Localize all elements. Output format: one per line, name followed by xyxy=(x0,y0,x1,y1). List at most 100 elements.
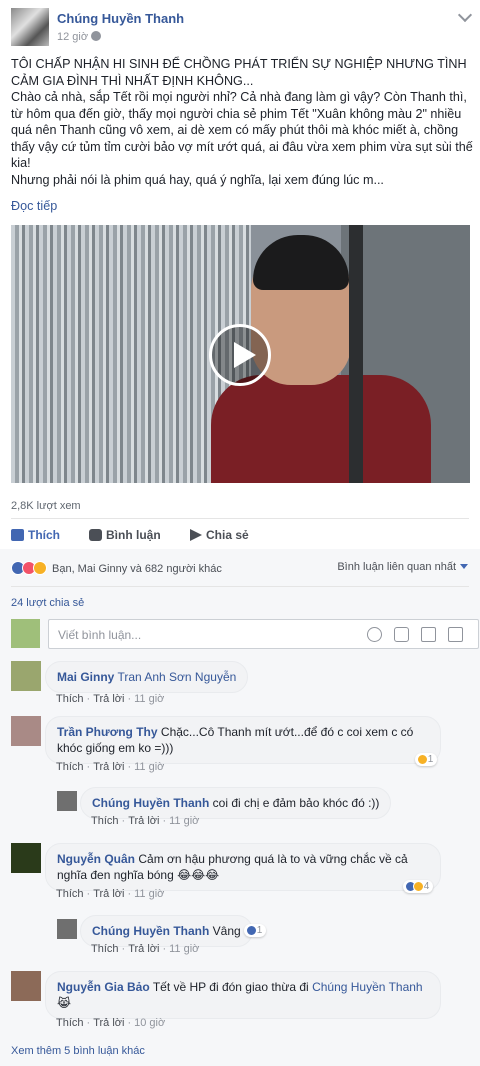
commenter-name[interactable]: Nguyễn Quân xyxy=(57,852,135,866)
haha-reaction-icon xyxy=(413,881,424,892)
commenter-avatar[interactable] xyxy=(11,971,41,1001)
emoji-icon[interactable] xyxy=(367,627,382,642)
video-door-frame xyxy=(349,225,363,483)
commenter-name[interactable]: Chúng Huyền Thanh xyxy=(92,924,209,938)
reaction-badge[interactable]: 4 xyxy=(403,880,434,893)
haha-reaction-icon xyxy=(417,754,428,765)
reply-item: Chúng Huyền Thanh Vâng 1 Thích · Trả lời · 1… xyxy=(57,915,467,957)
tagged-user[interactable]: Tran Anh Sơn Nguyễn xyxy=(117,670,236,684)
post-time-text[interactable]: 12 giờ xyxy=(57,31,88,43)
comment-like-link[interactable]: Thích xyxy=(56,693,84,705)
author-name[interactable]: Chúng Huyền Thanh xyxy=(57,11,184,26)
comment-item: Nguyễn Gia Bảo Tết về HP đi đón giao thừ… xyxy=(11,969,471,1031)
comment-icon xyxy=(89,529,102,541)
comment-meta: Thích · Trả lời · 11 giờ xyxy=(91,815,200,827)
reactions-text: Bạn, Mai Ginny và 682 người khác xyxy=(52,563,222,575)
post-paragraph: Nhưng phải nói là phim quá hay, quá ý ng… xyxy=(11,172,384,187)
chevron-down-icon[interactable] xyxy=(457,7,473,23)
comment-like-link[interactable]: Thích xyxy=(56,888,84,900)
comment-like-link[interactable]: Thích xyxy=(56,761,84,773)
globe-icon xyxy=(91,31,102,41)
reaction-badge[interactable]: 1 xyxy=(415,753,438,766)
like-label: Thích xyxy=(28,528,60,542)
reaction-count: 1 xyxy=(256,925,263,936)
comment-time[interactable]: 11 giờ xyxy=(169,815,199,827)
share-count[interactable]: 24 lượt chia sẻ xyxy=(11,597,84,609)
comment-meta: Thích · Trả lời · 11 giờ xyxy=(91,943,200,955)
comment-time[interactable]: 11 giờ xyxy=(169,943,199,955)
like-button[interactable]: Thích xyxy=(11,528,60,542)
reaction-badge[interactable]: 1 xyxy=(244,924,267,937)
tagged-user[interactable]: Chúng Huyền Thanh xyxy=(312,980,423,994)
caret-down-icon xyxy=(460,564,468,569)
comment-meta: Thích · Trả lời · 10 giờ xyxy=(56,1017,166,1029)
post-paragraph: TÔI CHẤP NHẬN HI SINH ĐỂ CHỒNG PHÁT TRIỂ… xyxy=(11,57,467,88)
comment-bubble: Trần Phương Thy Chặc...Cô Thanh mít ướt.… xyxy=(45,716,441,764)
user-avatar xyxy=(11,619,40,648)
commenter-avatar[interactable] xyxy=(11,843,41,873)
commenter-name[interactable]: Mai Ginny xyxy=(57,670,114,684)
comment-sort-dropdown[interactable]: Bình luận liên quan nhất xyxy=(337,561,468,573)
commenter-avatar[interactable] xyxy=(57,919,77,939)
commenter-name[interactable]: Nguyễn Gia Bảo xyxy=(57,980,150,994)
comment-like-link[interactable]: Thích xyxy=(56,1017,84,1029)
commenter-avatar[interactable] xyxy=(11,661,41,691)
comment-reply-link[interactable]: Trả lời xyxy=(93,1017,124,1029)
comment-time[interactable]: 11 giờ xyxy=(134,693,164,705)
comment-reply-link[interactable]: Trả lời xyxy=(93,888,124,900)
comment-bubble: Nguyễn Gia Bảo Tết về HP đi đón giao thừ… xyxy=(45,971,441,1019)
wow-reaction-icon xyxy=(33,561,47,575)
reply-item: Chúng Huyền Thanh coi đi chị e đảm bảo k… xyxy=(57,787,467,829)
sort-label: Bình luận liên quan nhất xyxy=(337,561,456,573)
comment-placeholder: Viết bình luận... xyxy=(58,628,142,642)
comment-time[interactable]: 10 giờ xyxy=(134,1017,165,1029)
divider xyxy=(11,586,469,587)
comment-time[interactable]: 11 giờ xyxy=(134,888,164,900)
action-bar: Thích Bình luận Chia sẻ xyxy=(0,524,480,548)
view-count: 2,8K lượt xem xyxy=(11,500,81,512)
comment-item: Nguyễn Quân Cảm ơn hậu phương quá là to … xyxy=(11,841,471,903)
video-person-shirt xyxy=(211,375,431,483)
comment-text: Tết về HP đi đón giao thừa đi xyxy=(152,980,309,994)
comment-reply-link[interactable]: Trả lời xyxy=(128,943,159,955)
commenter-avatar[interactable] xyxy=(11,716,41,746)
comment-button[interactable]: Bình luận xyxy=(89,528,161,542)
sticker-icon[interactable] xyxy=(448,627,463,642)
share-icon xyxy=(190,529,202,541)
comment-meta: Thích · Trả lời · 11 giờ xyxy=(56,761,165,773)
gif-icon[interactable] xyxy=(421,627,436,642)
comment-reply-link[interactable]: Trả lời xyxy=(93,761,124,773)
comment-item: Mai Ginny Tran Anh Sơn Nguyễn Thích · Trả … xyxy=(11,659,471,709)
comment-like-link[interactable]: Thích xyxy=(91,943,119,955)
author-avatar[interactable] xyxy=(11,8,49,46)
commenter-name[interactable]: Trần Phương Thy xyxy=(57,725,158,739)
video-player[interactable] xyxy=(11,225,470,483)
share-label: Chia sẻ xyxy=(206,528,249,542)
comment-text: coi đi chị e đảm bảo khóc đó :)) xyxy=(212,796,380,810)
post-time[interactable]: 12 giờ xyxy=(57,31,102,43)
comment-input[interactable]: Viết bình luận... xyxy=(48,619,479,649)
comment-meta: Thích · Trả lời · 11 giờ xyxy=(56,693,165,705)
comment-reply-link[interactable]: Trả lời xyxy=(128,815,159,827)
read-more-link[interactable]: Đọc tiếp xyxy=(11,199,57,213)
like-reaction-icon xyxy=(246,925,257,936)
comment-reply-link[interactable]: Trả lời xyxy=(93,693,124,705)
reaction-count: 1 xyxy=(427,754,434,765)
post-paragraph: Chào cả nhà, sắp Tết rồi mọi người nhỉ? … xyxy=(11,90,473,170)
commenter-name[interactable]: Chúng Huyền Thanh xyxy=(92,796,209,810)
post-header: Chúng Huyền Thanh 12 giờ xyxy=(0,0,480,50)
more-comments-link[interactable]: Xem thêm 5 bình luận khác xyxy=(11,1045,145,1057)
comment-time[interactable]: 11 giờ xyxy=(134,761,164,773)
camera-icon[interactable] xyxy=(394,627,409,642)
comment-text: Vâng xyxy=(212,924,241,938)
divider xyxy=(11,518,469,519)
play-button-icon[interactable] xyxy=(209,324,271,386)
post-text: TÔI CHẤP NHẬN HI SINH ĐỂ CHỒNG PHÁT TRIỂ… xyxy=(11,56,473,188)
comment-like-link[interactable]: Thích xyxy=(91,815,119,827)
comment-bubble: Nguyễn Quân Cảm ơn hậu phương quá là to … xyxy=(45,843,441,891)
comment-emoji: 😹 xyxy=(57,996,72,1010)
share-button[interactable]: Chia sẻ xyxy=(190,528,249,542)
reactions-summary[interactable]: Bạn, Mai Ginny và 682 người khác xyxy=(11,561,222,575)
comment-bubble: Mai Ginny Tran Anh Sơn Nguyễn xyxy=(45,661,249,693)
commenter-avatar[interactable] xyxy=(57,791,77,811)
